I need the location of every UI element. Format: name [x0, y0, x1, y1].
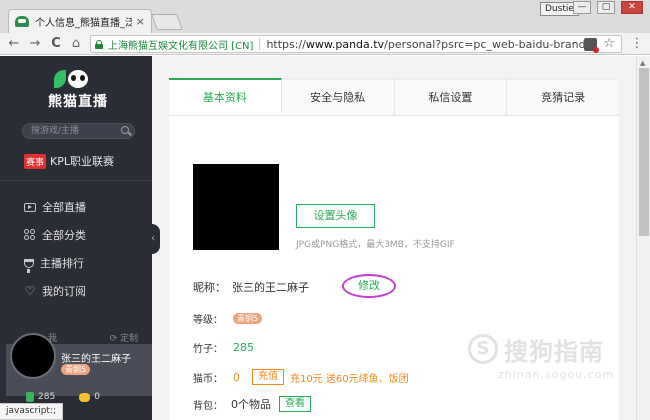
coin-label: 猫币：	[193, 373, 223, 385]
bamboo-count: 285	[38, 392, 56, 402]
watermark-en: zhinan.sogou.com	[498, 368, 615, 381]
user-stats: 285 0	[0, 390, 152, 404]
address-bar[interactable]: 上海熊猫互娱文化有限公司 [CN] https://www.panda.tv/p…	[90, 35, 622, 53]
minimize-button[interactable]: —	[573, 1, 591, 14]
panda-logo-icon	[54, 68, 104, 90]
avatar-hint: JPG或PNG格式，最大3MB，不支持GIF	[296, 240, 455, 250]
sidebar-item-all-live[interactable]: 全部直播	[24, 199, 86, 215]
url-host: www.panda.tv	[305, 37, 385, 51]
sidebar-collapse-toggle[interactable]: ‹	[146, 224, 160, 254]
avatar[interactable]	[10, 333, 56, 379]
bookmark-star-icon[interactable]: ☆	[603, 36, 615, 51]
cat-coin-icon	[79, 392, 91, 402]
search-placeholder: 搜游戏/主播	[31, 126, 80, 136]
site-logo[interactable]: 熊猫直播	[48, 68, 118, 110]
url-scheme: https://	[266, 37, 306, 51]
tab-title: 个人信息_熊猫直播_泛娱	[35, 18, 132, 29]
lock-icon	[95, 39, 103, 49]
bamboo-leaf-icon	[54, 70, 66, 88]
reload-button[interactable]: C	[48, 36, 64, 52]
bamboo-value: 285	[233, 341, 254, 354]
tab-message-settings[interactable]: 私信设置	[394, 78, 508, 115]
user-name: 张三的王二麻子	[61, 354, 131, 365]
home-button[interactable]: ⌂	[68, 36, 84, 52]
sogou-logo-icon: S	[468, 334, 498, 364]
bamboo-label: 竹子：	[193, 344, 223, 355]
browser-toolbar: ← → C ⌂ 上海熊猫互娱文化有限公司 [CN] https://www.pa…	[0, 33, 650, 55]
url-path: /personal?psrc=pc_web-baidu-brand	[384, 37, 586, 51]
certificate-label[interactable]: 上海熊猫互娱文化有限公司 [CN]	[108, 37, 253, 52]
user-card[interactable]: 张三的王二麻子 青铜5	[6, 333, 152, 396]
recharge-promo-link[interactable]: 充10元 送60元绛鱼、饭团	[290, 370, 409, 385]
sidebar-item-label: 全部分类	[42, 229, 86, 242]
sidebar-divider	[0, 180, 152, 181]
back-button[interactable]: ←	[6, 36, 22, 52]
items-value: 0个物品	[231, 398, 271, 411]
view-items-button[interactable]: 查看	[279, 396, 311, 412]
recharge-button[interactable]: 充值	[252, 369, 284, 385]
heart-icon: ♡	[24, 284, 36, 298]
panda-face-icon	[68, 70, 88, 88]
level-row: 等级： 青铜5	[193, 311, 263, 326]
nickname-row: 昵称： 张三的王二麻子	[193, 279, 309, 295]
coin-row: 猫币： 0 充值 充10元 送60元绛鱼、饭团	[193, 369, 409, 385]
tab-security-privacy[interactable]: 安全与隐私	[281, 78, 395, 115]
panda-favicon-icon	[15, 16, 29, 27]
tab-close-icon[interactable]: ×	[136, 15, 145, 28]
sidebar-item-subscriptions[interactable]: ♡ 我的订阅	[24, 283, 86, 299]
scroll-thumb[interactable]	[639, 68, 649, 236]
level-badge: 青铜5	[233, 313, 263, 324]
customize-link[interactable]: 定制	[110, 331, 138, 344]
search-input[interactable]: 搜游戏/主播	[22, 123, 135, 139]
sidebar-item-ranking[interactable]: 主播排行	[24, 255, 84, 273]
browser-tab[interactable]: 个人信息_熊猫直播_泛娱 ×	[8, 9, 152, 33]
items-row: 背包： 0个物品 查看	[193, 396, 311, 412]
coin-count: 0	[94, 392, 100, 402]
tab-guess-records[interactable]: 竞猜记录	[507, 78, 619, 115]
category-icon	[24, 229, 36, 241]
search-icon[interactable]	[121, 126, 129, 134]
sidebar-item-all-categories[interactable]: 全部分类	[24, 227, 86, 243]
sidebar-item-label: 全部直播	[42, 201, 86, 214]
profile-avatar-image	[193, 164, 279, 250]
url-text[interactable]: https://www.panda.tv/personal?psrc=pc_we…	[266, 38, 621, 51]
coin-value: 0	[233, 370, 240, 384]
new-tab-button[interactable]	[151, 14, 183, 30]
close-window-button[interactable]: ✕	[621, 1, 643, 14]
event-badge: 赛事	[24, 153, 47, 169]
watermark-cn: 搜狗指南	[504, 338, 604, 366]
sidebar-item-kpl[interactable]: 赛事 KPL职业联赛	[24, 153, 114, 169]
forward-button[interactable]: →	[27, 36, 43, 52]
page-scrollbar[interactable]: ▲	[636, 56, 650, 420]
scroll-up-arrow-icon[interactable]: ▲	[640, 59, 645, 67]
set-avatar-button[interactable]: 设置头像	[296, 204, 375, 228]
modify-nickname-button[interactable]: 修改	[342, 274, 396, 298]
logo-text: 熊猫直播	[48, 94, 108, 110]
live-icon	[24, 202, 36, 212]
profile-tabs: 基本资料 安全与隐私 私信设置 竞猜记录	[169, 78, 619, 116]
sidebar-item-label: 我的订阅	[42, 285, 86, 298]
extension-icon[interactable]	[584, 38, 599, 53]
omnibox-divider	[259, 38, 261, 50]
browser-menu-icon[interactable]: ⋮	[630, 36, 644, 52]
nickname-value: 张三的王二麻子	[232, 281, 309, 294]
sidebar-item-label: 主播排行	[40, 257, 84, 270]
maximize-button[interactable]: ▢	[597, 1, 615, 14]
sogou-watermark: S 搜狗指南 zhinan.sogou.com	[468, 330, 638, 388]
browser-title-bar: 个人信息_熊猫直播_泛娱 × Dustie — ▢ ✕	[0, 0, 650, 33]
trophy-icon	[24, 258, 34, 273]
nickname-label: 昵称：	[193, 281, 226, 294]
items-label: 背包：	[193, 400, 223, 412]
tab-basic-info[interactable]: 基本资料	[169, 78, 282, 115]
sidebar: 熊猫直播 搜游戏/主播 赛事 KPL职业联赛 全部直播 全部分类 主播排行 ♡ …	[0, 56, 152, 420]
kpl-label: KPL职业联赛	[50, 155, 114, 168]
user-level-badge: 青铜5	[61, 364, 91, 375]
bamboo-row: 竹子： 285	[193, 340, 254, 355]
page-viewport: 熊猫直播 搜游戏/主播 赛事 KPL职业联赛 全部直播 全部分类 主播排行 ♡ …	[0, 56, 650, 420]
status-bar: javascript:;	[0, 403, 64, 420]
level-label: 等级：	[193, 315, 223, 326]
bamboo-icon	[26, 392, 34, 402]
